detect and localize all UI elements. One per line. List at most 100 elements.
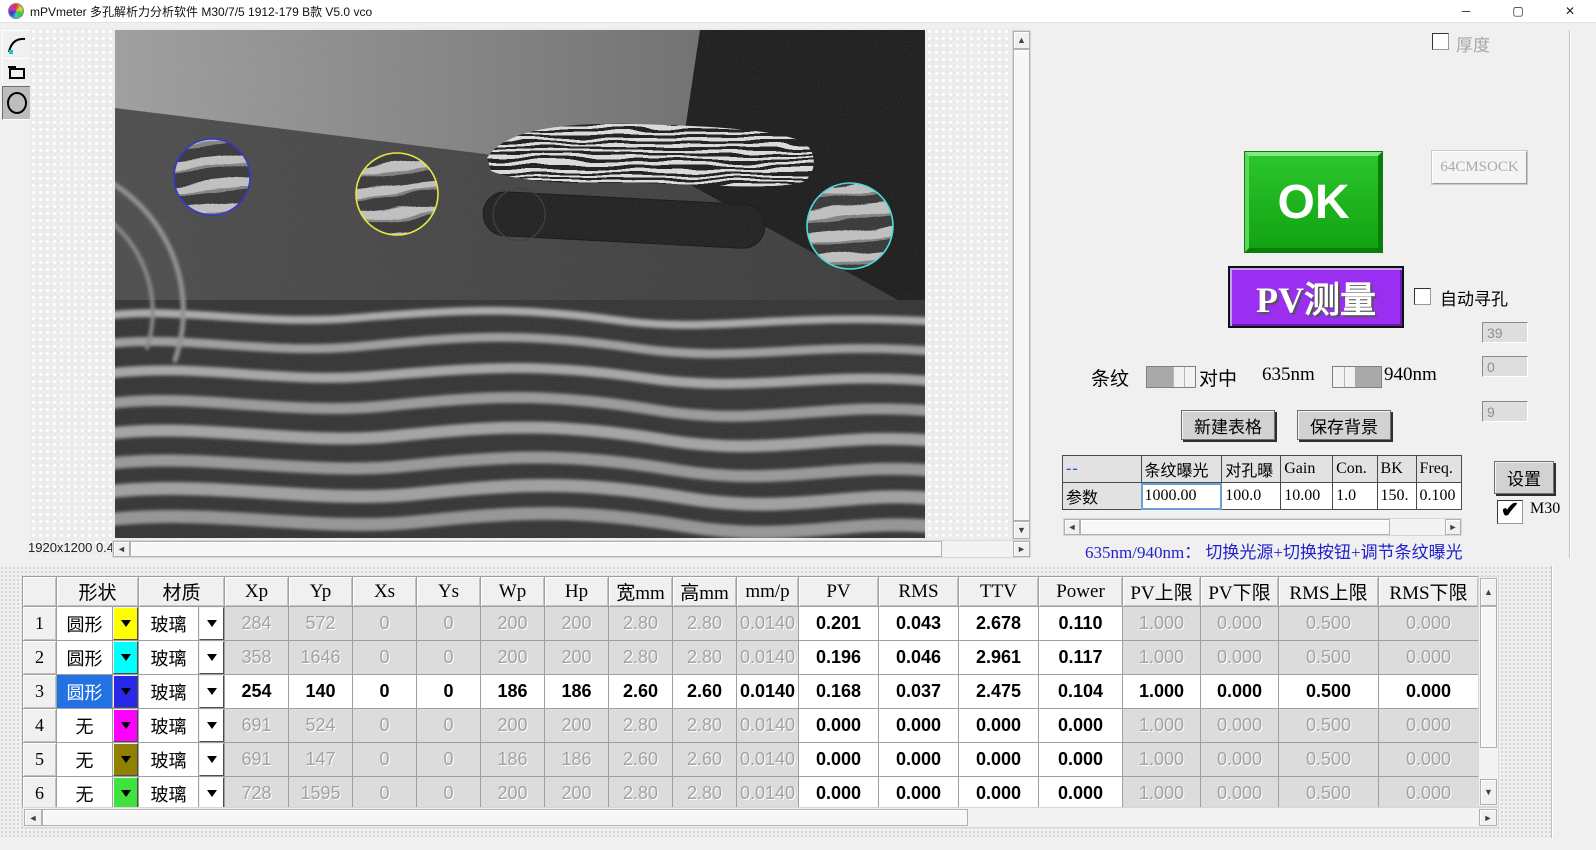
limit-cell[interactable]: 0.000 bbox=[1379, 675, 1479, 709]
rect-tool-button[interactable] bbox=[2, 58, 32, 88]
shape-color-dropdown[interactable] bbox=[113, 709, 139, 743]
shape-cell[interactable]: 圆形 bbox=[57, 607, 113, 641]
limit-cell[interactable]: 1.000 bbox=[1123, 743, 1201, 777]
horizontal-scroll-thumb[interactable] bbox=[1080, 519, 1390, 535]
value-cell[interactable]: 0.0140 bbox=[737, 743, 799, 777]
value-cell[interactable]: 0.0140 bbox=[737, 607, 799, 641]
value-cell[interactable]: 2.80 bbox=[609, 777, 673, 811]
value-cell[interactable]: 2.60 bbox=[609, 743, 673, 777]
measure-cell[interactable]: 2.475 bbox=[959, 675, 1039, 709]
value-cell[interactable]: 2.80 bbox=[609, 607, 673, 641]
settings-button[interactable]: 设置 bbox=[1494, 461, 1554, 494]
value-cell[interactable]: 200 bbox=[481, 709, 545, 743]
param-field-top[interactable]: 39 bbox=[1482, 322, 1528, 343]
measure-cell[interactable]: 0.104 bbox=[1039, 675, 1123, 709]
limit-cell[interactable]: 0.000 bbox=[1379, 743, 1479, 777]
pv-measure-button[interactable]: PV测量 bbox=[1228, 266, 1404, 328]
material-cell[interactable]: 玻璃 bbox=[139, 607, 199, 641]
shape-cell[interactable]: 圆形 bbox=[57, 675, 113, 709]
value-cell[interactable]: 2.60 bbox=[673, 743, 737, 777]
value-cell[interactable]: 0 bbox=[417, 743, 481, 777]
limit-cell[interactable]: 0.500 bbox=[1279, 777, 1379, 811]
value-cell[interactable]: 0 bbox=[417, 675, 481, 709]
limit-cell[interactable]: 0.000 bbox=[1201, 743, 1279, 777]
maximize-button[interactable]: ▢ bbox=[1492, 0, 1544, 22]
new-table-button[interactable]: 新建表格 bbox=[1181, 410, 1275, 440]
row-number[interactable]: 2 bbox=[23, 641, 57, 675]
material-cell[interactable]: 玻璃 bbox=[139, 675, 199, 709]
material-cell[interactable]: 玻璃 bbox=[139, 777, 199, 811]
shape-cell[interactable]: 无 bbox=[57, 743, 113, 777]
ellipse-tool-button[interactable] bbox=[2, 86, 32, 120]
value-cell[interactable]: 0 bbox=[353, 607, 417, 641]
limit-cell[interactable]: 0.000 bbox=[1201, 641, 1279, 675]
measure-cell[interactable]: 2.678 bbox=[959, 607, 1039, 641]
param-value-cell[interactable]: 0.100 bbox=[1416, 483, 1461, 510]
minimize-button[interactable]: ─ bbox=[1440, 0, 1492, 22]
measure-cell[interactable]: 0.000 bbox=[799, 777, 879, 811]
table-vertical-scrollbar[interactable]: ▲ ▼ bbox=[1478, 576, 1499, 807]
measure-cell[interactable]: 0.000 bbox=[799, 709, 879, 743]
value-cell[interactable]: 0 bbox=[353, 641, 417, 675]
material-dropdown[interactable] bbox=[199, 743, 225, 777]
value-cell[interactable]: 200 bbox=[481, 777, 545, 811]
measure-cell[interactable]: 2.961 bbox=[959, 641, 1039, 675]
value-cell[interactable]: 200 bbox=[545, 777, 609, 811]
limit-cell[interactable]: 0.000 bbox=[1201, 709, 1279, 743]
value-cell[interactable]: 358 bbox=[225, 641, 289, 675]
measure-cell[interactable]: 0.000 bbox=[1039, 777, 1123, 811]
value-cell[interactable]: 147 bbox=[289, 743, 353, 777]
limit-cell[interactable]: 0.500 bbox=[1279, 743, 1379, 777]
scroll-down-button[interactable]: ▼ bbox=[1013, 521, 1030, 539]
scroll-left-button[interactable]: ◄ bbox=[24, 809, 42, 826]
value-cell[interactable]: 200 bbox=[481, 641, 545, 675]
scroll-up-button[interactable]: ▲ bbox=[1013, 31, 1030, 49]
shape-color-dropdown[interactable] bbox=[113, 675, 139, 709]
limit-cell[interactable]: 0.500 bbox=[1279, 675, 1379, 709]
material-dropdown[interactable] bbox=[199, 607, 225, 641]
measure-cell[interactable]: 0.043 bbox=[879, 607, 959, 641]
row-number[interactable]: 4 bbox=[23, 709, 57, 743]
measure-cell[interactable]: 0.000 bbox=[1039, 709, 1123, 743]
param-value-cell[interactable]: 100.0 bbox=[1222, 483, 1281, 510]
curve-tool-button[interactable] bbox=[2, 30, 32, 60]
limit-cell[interactable]: 0.000 bbox=[1201, 777, 1279, 811]
ok-status-button[interactable]: OK bbox=[1245, 152, 1382, 252]
shape-color-dropdown[interactable] bbox=[113, 743, 139, 777]
value-cell[interactable]: 0 bbox=[353, 675, 417, 709]
measure-cell[interactable]: 0.000 bbox=[799, 743, 879, 777]
image-horizontal-scrollbar[interactable]: ◄ ► bbox=[112, 540, 1031, 558]
value-cell[interactable]: 0 bbox=[353, 743, 417, 777]
value-cell[interactable]: 1595 bbox=[289, 777, 353, 811]
horizontal-scroll-thumb[interactable] bbox=[42, 809, 968, 826]
param-value-cell[interactable]: 1000.00 bbox=[1141, 483, 1222, 510]
param-field-bottom[interactable]: 9 bbox=[1482, 401, 1528, 422]
scroll-up-button[interactable]: ▲ bbox=[1480, 578, 1497, 606]
measure-cell[interactable]: 0.000 bbox=[879, 777, 959, 811]
value-cell[interactable]: 728 bbox=[225, 777, 289, 811]
shape-color-dropdown[interactable] bbox=[113, 641, 139, 675]
value-cell[interactable]: 0.0140 bbox=[737, 675, 799, 709]
value-cell[interactable]: 200 bbox=[481, 607, 545, 641]
limit-cell[interactable]: 0.000 bbox=[1201, 675, 1279, 709]
fringe-center-toggle[interactable] bbox=[1146, 366, 1196, 388]
scroll-left-button[interactable]: ◄ bbox=[1064, 519, 1080, 535]
dropdown-button[interactable] bbox=[199, 709, 224, 742]
close-button[interactable]: ✕ bbox=[1544, 0, 1596, 22]
row-number[interactable]: 5 bbox=[23, 743, 57, 777]
measure-cell[interactable]: 0.168 bbox=[799, 675, 879, 709]
value-cell[interactable]: 2.60 bbox=[609, 675, 673, 709]
material-cell[interactable]: 玻璃 bbox=[139, 641, 199, 675]
value-cell[interactable]: 186 bbox=[545, 743, 609, 777]
measure-cell[interactable]: 0.000 bbox=[879, 709, 959, 743]
row-number[interactable]: 1 bbox=[23, 607, 57, 641]
value-cell[interactable]: 200 bbox=[545, 641, 609, 675]
param-field-mid[interactable]: 0 bbox=[1482, 356, 1528, 377]
dropdown-button[interactable] bbox=[113, 641, 138, 674]
value-cell[interactable]: 0.0140 bbox=[737, 709, 799, 743]
limit-cell[interactable]: 1.000 bbox=[1123, 607, 1201, 641]
value-cell[interactable]: 2.80 bbox=[673, 607, 737, 641]
value-cell[interactable]: 186 bbox=[545, 675, 609, 709]
scroll-right-button[interactable]: ► bbox=[1013, 541, 1030, 557]
limit-cell[interactable]: 0.000 bbox=[1379, 607, 1479, 641]
